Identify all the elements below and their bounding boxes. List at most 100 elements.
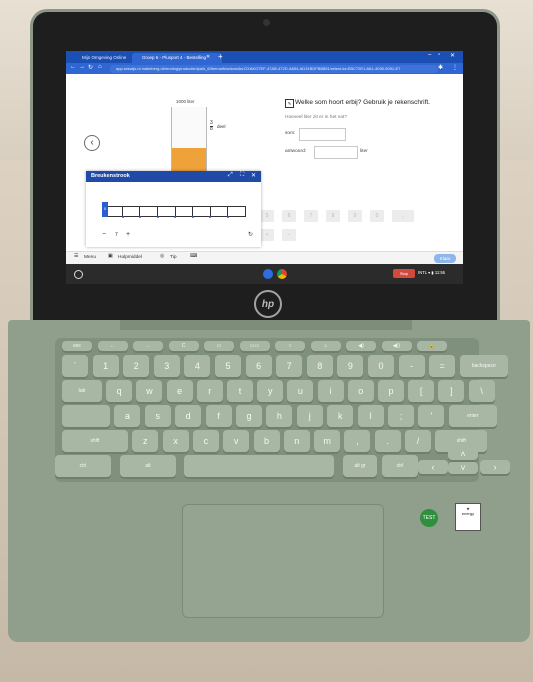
strip-segment[interactable] (211, 207, 229, 216)
keyboard-key[interactable]: ; (388, 405, 414, 427)
keyboard-key[interactable]: backspace (459, 355, 508, 377)
klaar-button[interactable]: Klaar (434, 254, 456, 263)
keyboard-key[interactable]: y (257, 380, 284, 402)
keyboard-key[interactable]: e (166, 380, 193, 402)
keyboard-key[interactable]: 6 (245, 355, 272, 377)
lightbulb-icon[interactable]: ◎ (160, 254, 164, 259)
keypad-key[interactable]: 5 (260, 210, 274, 222)
maximize-icon[interactable]: ▫ (438, 52, 440, 58)
keyboard-key[interactable]: C (168, 341, 199, 351)
keyboard-key[interactable]: a (114, 405, 141, 427)
keyboard-key[interactable]: 5 (215, 355, 241, 377)
keyboard-key[interactable]: - (398, 355, 425, 377)
keyboard-key[interactable]: 🔒 (417, 341, 447, 351)
keyboard-key[interactable]: ctrl (55, 455, 111, 477)
chevron-left-icon[interactable]: ‹ (84, 135, 100, 151)
keyboard-key[interactable]: 0 (368, 355, 394, 377)
touchpad[interactable] (182, 504, 384, 618)
keyboard-key[interactable]: v (223, 430, 250, 452)
keyboard-key[interactable]: 8 (306, 355, 333, 377)
keyboard-key[interactable] (184, 455, 334, 477)
minimize-icon[interactable]: – (428, 52, 431, 58)
forward-icon[interactable]: → (79, 64, 85, 70)
chrome-icon[interactable] (277, 269, 287, 279)
home-icon[interactable]: ⌂ (98, 64, 102, 70)
keyboard-key[interactable]: k (327, 405, 354, 427)
menu-dots-icon[interactable]: ⋮ (452, 64, 458, 71)
keyboard-key[interactable]: z (132, 430, 159, 452)
fullscreen-icon[interactable]: ⛶ (240, 172, 244, 179)
keyboard-key[interactable]: g (236, 405, 262, 427)
close-window-icon[interactable]: ✕ (450, 52, 455, 59)
keyboard-key[interactable]: alt gr (343, 455, 377, 477)
keyboard-key[interactable]: d (175, 405, 202, 427)
keyboard-key[interactable]: f (205, 405, 232, 427)
keyboard-key[interactable]: ˄ (448, 448, 478, 460)
strip-segment[interactable] (228, 207, 245, 216)
keyboard-key[interactable]: 9 (337, 355, 364, 377)
keypad-key[interactable]: 0 (370, 210, 384, 222)
menu-icon[interactable]: ☰ (74, 254, 78, 259)
keyboard-key[interactable]: i (317, 380, 344, 402)
extension-icon[interactable]: ✱ (438, 64, 443, 71)
keyboard-key[interactable]: ◀) (346, 341, 376, 351)
keypad-key[interactable]: , (392, 210, 414, 222)
keyboard-key[interactable]: p (378, 380, 404, 402)
keyboard-key[interactable]: › (480, 460, 510, 474)
antwoord-input[interactable] (314, 146, 358, 159)
keyboard-key[interactable]: tab (62, 380, 102, 402)
keyboard-key[interactable]: esc (62, 341, 92, 351)
keyboard-key[interactable]: ☼ (310, 341, 341, 351)
keyboard-key[interactable]: . (374, 430, 401, 452)
keyboard-key[interactable]: r (196, 380, 223, 402)
url-field[interactable]: app.wiswijs.nl malmberg.nl/rending/produ… (110, 65, 438, 73)
keyboard-key[interactable]: ˅ (448, 462, 478, 474)
tip-button[interactable]: Tip (170, 255, 177, 260)
keyboard-key[interactable]: 7 (276, 355, 303, 377)
keyboard-key[interactable]: q (106, 380, 133, 402)
expand-icon[interactable]: ⤢ (228, 172, 233, 179)
keyboard-key[interactable]: o (347, 380, 374, 402)
keypad-key[interactable]: 9 (348, 210, 362, 222)
stop-button[interactable]: Stop (393, 269, 415, 278)
toolbox-icon[interactable]: ▣ (108, 254, 113, 259)
keyboard-key[interactable]: ▭▭ (239, 341, 270, 351)
keyboard-key[interactable]: = (429, 355, 456, 377)
strip-segment[interactable] (158, 207, 176, 216)
keyboard-key[interactable]: c (192, 430, 219, 452)
keypad-key[interactable]: 7 (304, 210, 318, 222)
keyboard-key[interactable]: ' (418, 405, 445, 427)
keyboard-key[interactable]: ▭ (204, 341, 234, 351)
keyboard-key[interactable]: ◀)) (381, 341, 412, 351)
keyboard-key[interactable]: m (314, 430, 341, 452)
keyboard-key[interactable]: [ (408, 380, 435, 402)
keyboard-key[interactable]: w (136, 380, 163, 402)
strip-segment[interactable] (193, 207, 211, 216)
strip-segment[interactable] (140, 207, 158, 216)
keypad-key[interactable]: 6 (282, 210, 296, 222)
keyboard-key[interactable]: ← (97, 341, 128, 351)
close-icon[interactable]: ✕ (251, 172, 256, 179)
som-input[interactable] (299, 128, 346, 141)
keyboard-key[interactable]: x (162, 430, 189, 452)
keypad-key[interactable]: − (282, 229, 296, 241)
keyboard-key[interactable] (62, 405, 110, 427)
keyboard-key[interactable]: shift (62, 430, 128, 452)
keyboard-key[interactable]: enter (448, 405, 497, 427)
back-icon[interactable]: ← (70, 64, 76, 70)
new-tab-icon[interactable]: + (218, 52, 223, 61)
keyboard-key[interactable]: 4 (184, 355, 211, 377)
keyboard-key[interactable]: ] (438, 380, 465, 402)
keyboard-key[interactable]: alt (120, 455, 176, 477)
keyboard-key[interactable]: , (344, 430, 371, 452)
reset-icon[interactable]: ↻ (248, 231, 253, 238)
close-tab-icon[interactable]: ✕ (206, 54, 210, 60)
app-icon[interactable] (263, 269, 273, 279)
keyboard-key[interactable]: s (144, 405, 171, 427)
strip-segment[interactable] (176, 207, 194, 216)
keyboard-key[interactable]: / (405, 430, 431, 452)
launcher-icon[interactable] (74, 270, 83, 279)
strip-segment[interactable] (123, 207, 141, 216)
keyboard-key[interactable]: 1 (92, 355, 119, 377)
keyboard-key[interactable]: 2 (123, 355, 150, 377)
